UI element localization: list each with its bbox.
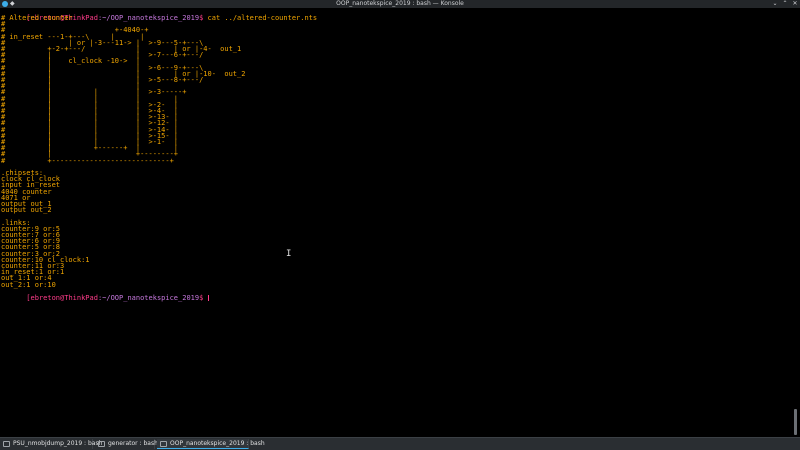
tab-label: generator : bash [108, 440, 158, 447]
prompt-path: :~/OOP_nanotekspice_2019 [97, 14, 200, 22]
maximize-icon[interactable]: ⌃ [781, 0, 789, 8]
konsole-window: ◆ OOP_nanotekspice_2019 : bash — Konsole… [0, 0, 800, 450]
tab-psu-nmobjdump[interactable]: PSU_nmobjdump_2019 : bash [0, 439, 102, 449]
prompt-user: [ebreton@ThinkPad [26, 293, 98, 302]
command-text: cat ../altered-counter.nts [203, 14, 318, 22]
terminal-icon [160, 441, 167, 447]
ibeam-cursor-icon: I [286, 249, 292, 259]
prompt-symbol: $ [199, 293, 204, 302]
output-line: # +----------------------------+ [1, 156, 174, 165]
close-icon[interactable]: ✕ [791, 0, 799, 8]
minimize-icon[interactable]: ⌄ [771, 0, 779, 8]
window-title: OOP_nanotekspice_2019 : bash — Konsole [336, 0, 464, 7]
terminal-icon [98, 441, 105, 447]
terminal-area[interactable]: [ebreton@ThinkPad:~/OOP_nanotekspice_201… [0, 8, 790, 437]
terminal-icon [3, 441, 10, 447]
tab-label: PSU_nmobjdump_2019 : bash [13, 440, 103, 447]
tab-label: OOP_nanotekspice_2019 : bash [170, 440, 265, 447]
tab-generator[interactable]: generator : bash [95, 439, 158, 449]
output-line: # Altered counter [1, 14, 73, 22]
tab-bar: PSU_nmobjdump_2019 : bash generator : ba… [0, 437, 800, 450]
output-line: output out_2 [1, 206, 52, 215]
title-bar[interactable]: ◆ OOP_nanotekspice_2019 : bash — Konsole… [0, 0, 800, 8]
current-prompt-line[interactable]: [ebreton@ThinkPad:~/OOP_nanotekspice_201… [1, 288, 209, 301]
scrollbar-thumb[interactable] [794, 409, 797, 435]
scrollbar[interactable] [790, 8, 800, 437]
tab-oop-nanotekspice[interactable]: OOP_nanotekspice_2019 : bash [157, 439, 265, 449]
text-cursor [207, 294, 209, 301]
prompt-path: :~/OOP_nanotekspice_2019 [97, 293, 200, 302]
